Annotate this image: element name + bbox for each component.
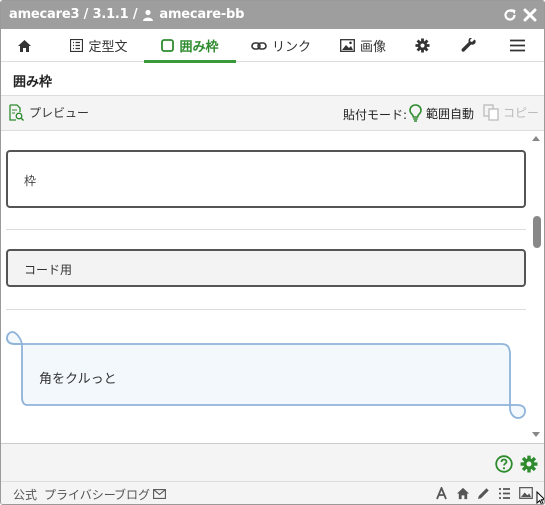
reload-icon — [504, 9, 516, 21]
paste-mode-toggle[interactable]: 範囲自動 — [409, 104, 474, 122]
wrench-icon — [461, 38, 476, 52]
tab-box[interactable]: 囲み枠 — [144, 29, 236, 63]
preview-icon — [9, 104, 24, 121]
preview-button[interactable]: プレビュー — [9, 104, 89, 121]
scrollbar[interactable] — [531, 132, 544, 443]
tab-home[interactable] — [7, 29, 47, 62]
font-icon[interactable] — [436, 487, 447, 500]
box-item-frame[interactable]: 枠 — [6, 150, 526, 208]
list-icon[interactable] — [498, 487, 511, 500]
copy-label: コピー — [503, 106, 540, 120]
scroll-down-icon[interactable] — [532, 432, 540, 437]
section-header: 囲み枠 — [1, 62, 544, 96]
tab-label: 画像 — [359, 40, 386, 55]
home-icon[interactable] — [456, 487, 470, 500]
box-list: 枠 コード用 角をクルっと — [1, 132, 531, 443]
mouse-cursor-icon — [536, 491, 544, 504]
pen-icon[interactable] — [477, 487, 490, 500]
copy-icon — [483, 104, 499, 121]
close-icon — [523, 8, 537, 22]
title-bar: amecare3 / 3.1.1 / amecare-bb — [1, 1, 544, 29]
tab-link[interactable]: リンク — [246, 29, 316, 62]
footer: 公式 プライバシー ブログ — [1, 481, 544, 504]
image-icon — [340, 39, 355, 52]
tab-menu[interactable] — [506, 29, 534, 62]
user-icon — [143, 9, 154, 21]
bottom-bar — [1, 443, 544, 481]
toolbar: プレビュー 貼付モード: 範囲自動 コピー — [1, 96, 544, 131]
bulb-icon — [409, 104, 422, 122]
reload-button[interactable] — [501, 6, 519, 24]
tab-settings[interactable] — [411, 29, 439, 62]
divider — [6, 309, 526, 310]
scroll-up-icon[interactable] — [532, 136, 540, 141]
box-item-code[interactable]: コード用 — [6, 249, 526, 287]
tab-label: 囲み枠 — [179, 40, 219, 55]
paste-mode-value: 範囲自動 — [426, 106, 475, 121]
title-prefix: amecare3 / 3.1.1 / — [9, 7, 138, 22]
app-window: amecare3 / 3.1.1 / amecare-bb 定型文 囲み枠 リン… — [0, 0, 545, 505]
tab-label: リンク — [271, 40, 311, 55]
section-title: 囲み枠 — [13, 75, 53, 90]
tab-tools[interactable] — [457, 29, 485, 62]
footer-link-official[interactable]: 公式 — [13, 486, 37, 503]
gear-icon[interactable] — [520, 455, 538, 473]
close-button[interactable] — [521, 6, 539, 24]
title-user: amecare-bb — [159, 7, 245, 22]
square-icon — [161, 39, 175, 52]
link-icon — [251, 41, 267, 50]
help-icon[interactable] — [495, 455, 513, 473]
tab-template[interactable]: 定型文 — [59, 29, 139, 62]
scroll-thumb[interactable] — [533, 216, 541, 248]
paste-mode-label: 貼付モード: — [343, 108, 408, 122]
list-icon — [70, 39, 84, 52]
tab-bar: 定型文 囲み枠 リンク 画像 — [1, 29, 544, 63]
menu-icon — [510, 39, 525, 52]
preview-label: プレビュー — [29, 106, 90, 120]
gear-icon — [415, 38, 430, 53]
tab-label: 定型文 — [88, 40, 128, 55]
mail-icon[interactable] — [153, 489, 166, 499]
window-title: amecare3 / 3.1.1 / amecare-bb — [9, 7, 244, 22]
footer-link-privacy[interactable]: プライバシー — [44, 486, 116, 503]
image-icon[interactable] — [519, 487, 533, 499]
box-item-label: コード用 — [24, 263, 73, 277]
footer-link-blog[interactable]: ブログ — [114, 486, 150, 503]
box-item-label: 角をクルっと — [39, 372, 117, 387]
tab-image[interactable]: 画像 — [333, 29, 393, 62]
box-item-label: 枠 — [24, 174, 37, 188]
copy-button[interactable]: コピー — [483, 104, 539, 121]
divider — [6, 229, 526, 230]
home-icon — [18, 39, 31, 52]
